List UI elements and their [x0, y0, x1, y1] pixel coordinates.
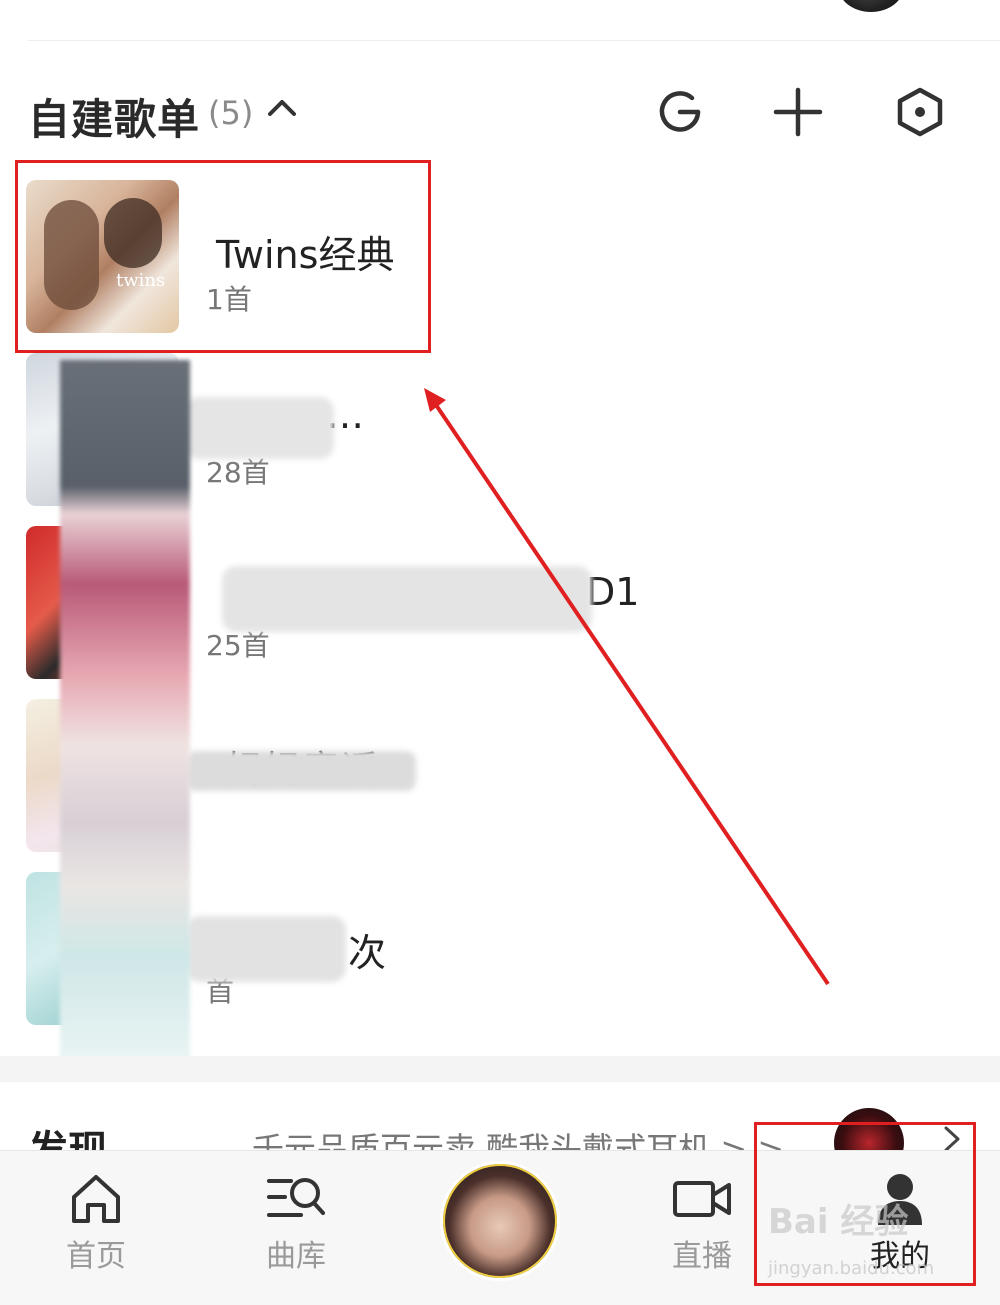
video-camera-icon [673, 1181, 731, 1217]
section-count: (5) [208, 94, 254, 132]
nav-home-label: 首页 [66, 1239, 126, 1274]
add-icon[interactable] [772, 86, 824, 138]
nav-library-label: 曲库 [266, 1239, 326, 1274]
refresh-icon[interactable] [654, 86, 706, 138]
nav-live[interactable]: 直播 [642, 1171, 762, 1275]
nav-live-label: 直播 [672, 1239, 732, 1274]
home-icon [72, 1175, 120, 1223]
playlist-section-header: 自建歌单 (5) [28, 80, 972, 144]
top-avatar[interactable] [838, 0, 904, 12]
section-title: 自建歌单 [28, 95, 201, 144]
annotation-box-playlist [15, 160, 431, 353]
censor-mosaic [60, 360, 190, 1060]
annotation-box-mine [754, 1122, 976, 1286]
library-search-icon [267, 1178, 325, 1217]
center-avatar[interactable] [440, 1161, 560, 1281]
settings-icon[interactable] [894, 86, 946, 138]
top-divider [28, 40, 1000, 41]
playlist-name: D1 [586, 570, 640, 614]
nav-home[interactable]: 首页 [36, 1171, 156, 1275]
chevron-up-icon[interactable] [264, 90, 300, 126]
nav-library[interactable]: 曲库 [236, 1171, 356, 1275]
playlist-name: 次 [348, 931, 387, 975]
section-divider [0, 1056, 1000, 1082]
